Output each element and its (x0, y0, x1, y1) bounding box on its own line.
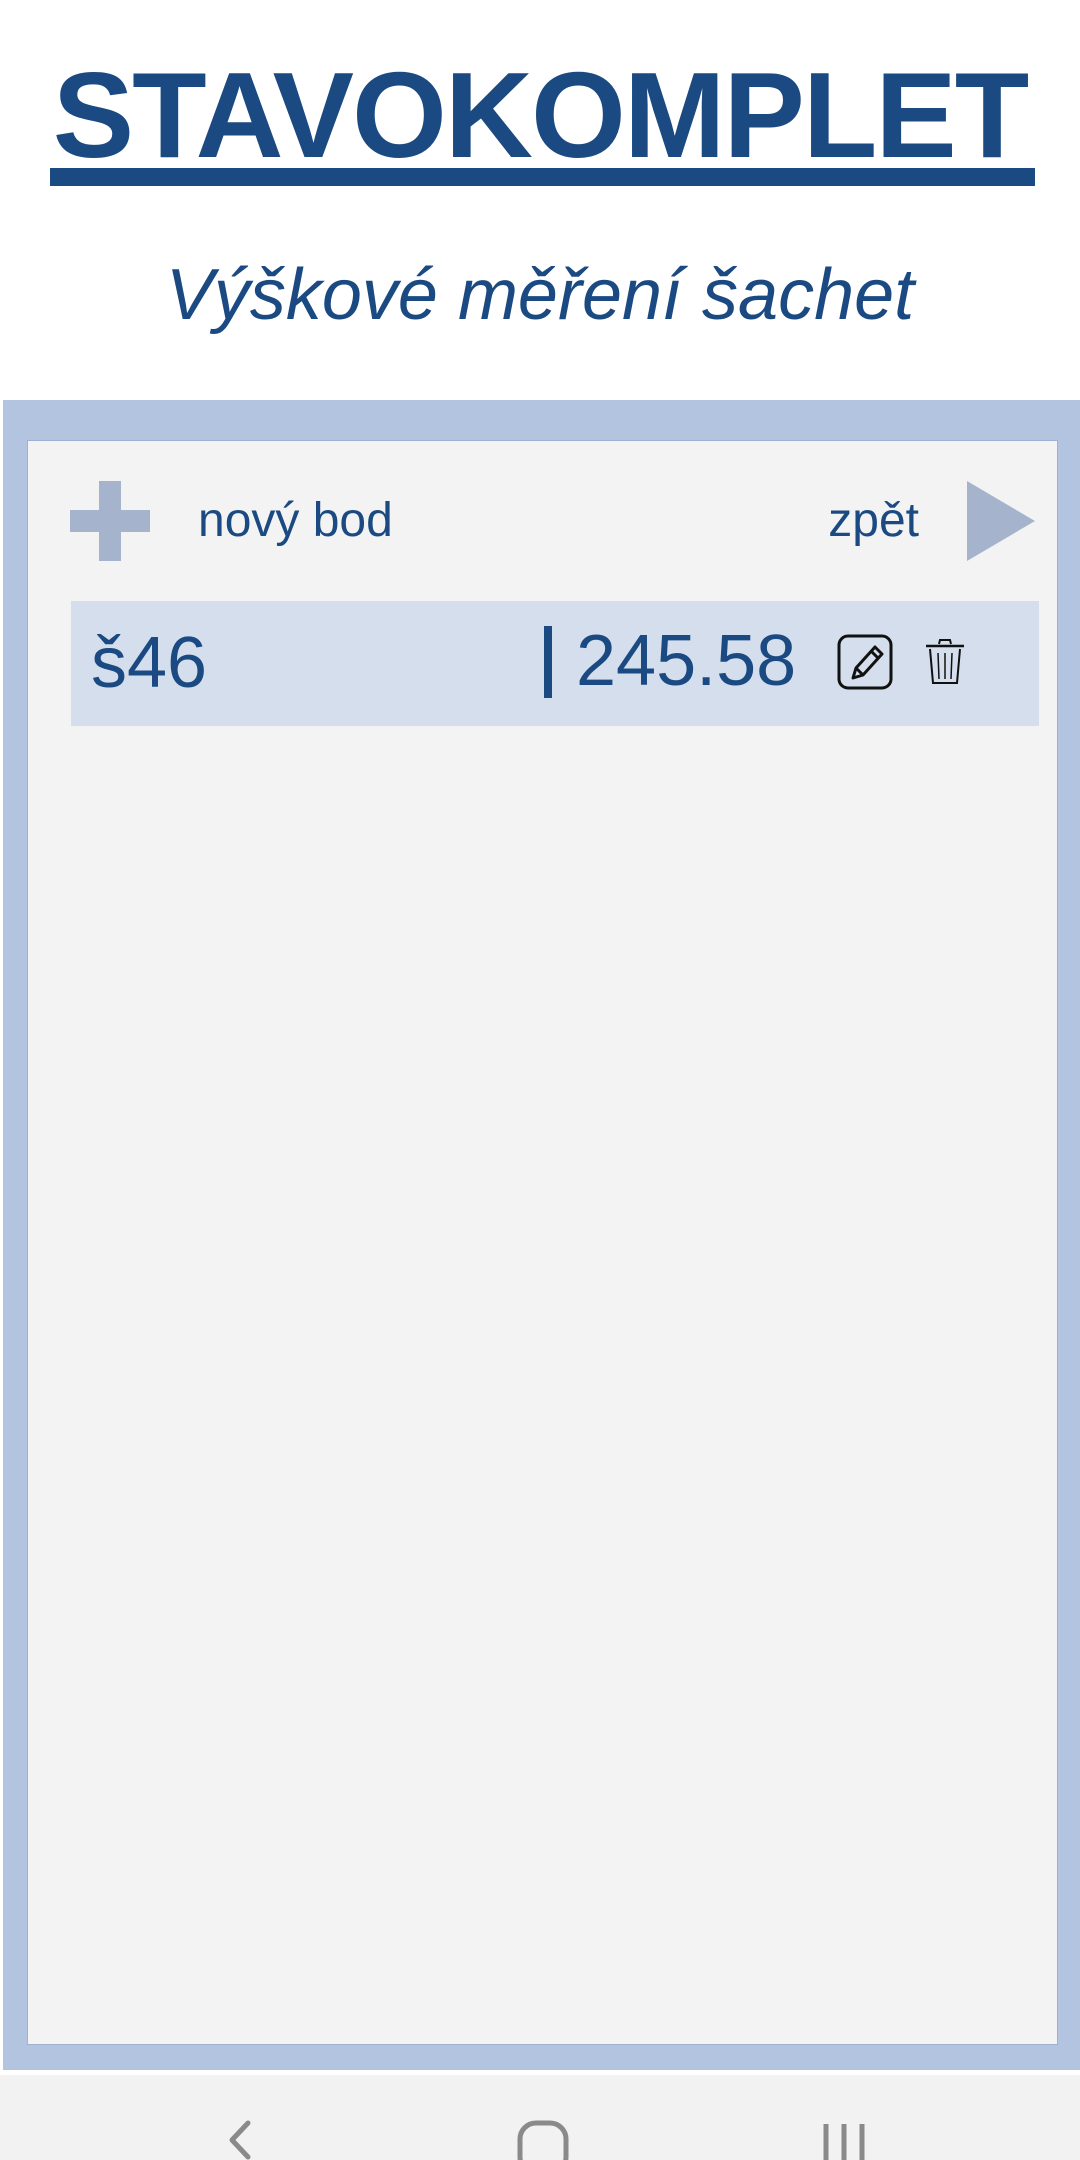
content-frame: nový bod zpět š46 245.58 (3, 400, 1080, 2070)
point-name: š46 (91, 623, 208, 703)
edit-button[interactable] (837, 634, 893, 690)
back-button[interactable]: zpět (828, 476, 1035, 566)
system-nav-bar (0, 2075, 1080, 2160)
trash-icon (926, 639, 964, 684)
nav-recents-button[interactable] (820, 2120, 870, 2160)
recents-icon (823, 2124, 865, 2160)
divider (544, 626, 552, 698)
point-value: 245.58 (576, 621, 797, 701)
back-label: zpět (828, 494, 919, 547)
screen: STAVOKOMPLET Výškové měření šachet nový … (0, 0, 1080, 2160)
plus-icon (70, 481, 150, 561)
points-panel: nový bod zpět š46 245.58 (27, 440, 1058, 2045)
logo: STAVOKOMPLET (45, 40, 1035, 190)
delete-button[interactable] (923, 637, 967, 687)
add-point-label: nový bod (198, 494, 393, 547)
logo-underline (50, 168, 1035, 186)
nav-back-button[interactable] (222, 2120, 258, 2160)
list-item[interactable]: š46 245.58 (71, 601, 1039, 726)
edit-icon (837, 634, 893, 690)
play-icon (967, 481, 1035, 561)
add-point-button[interactable]: nový bod (70, 476, 393, 566)
home-icon (517, 2120, 569, 2160)
nav-home-button[interactable] (517, 2120, 569, 2160)
back-icon (229, 2120, 251, 2160)
page-title: Výškové měření šachet (165, 255, 915, 335)
